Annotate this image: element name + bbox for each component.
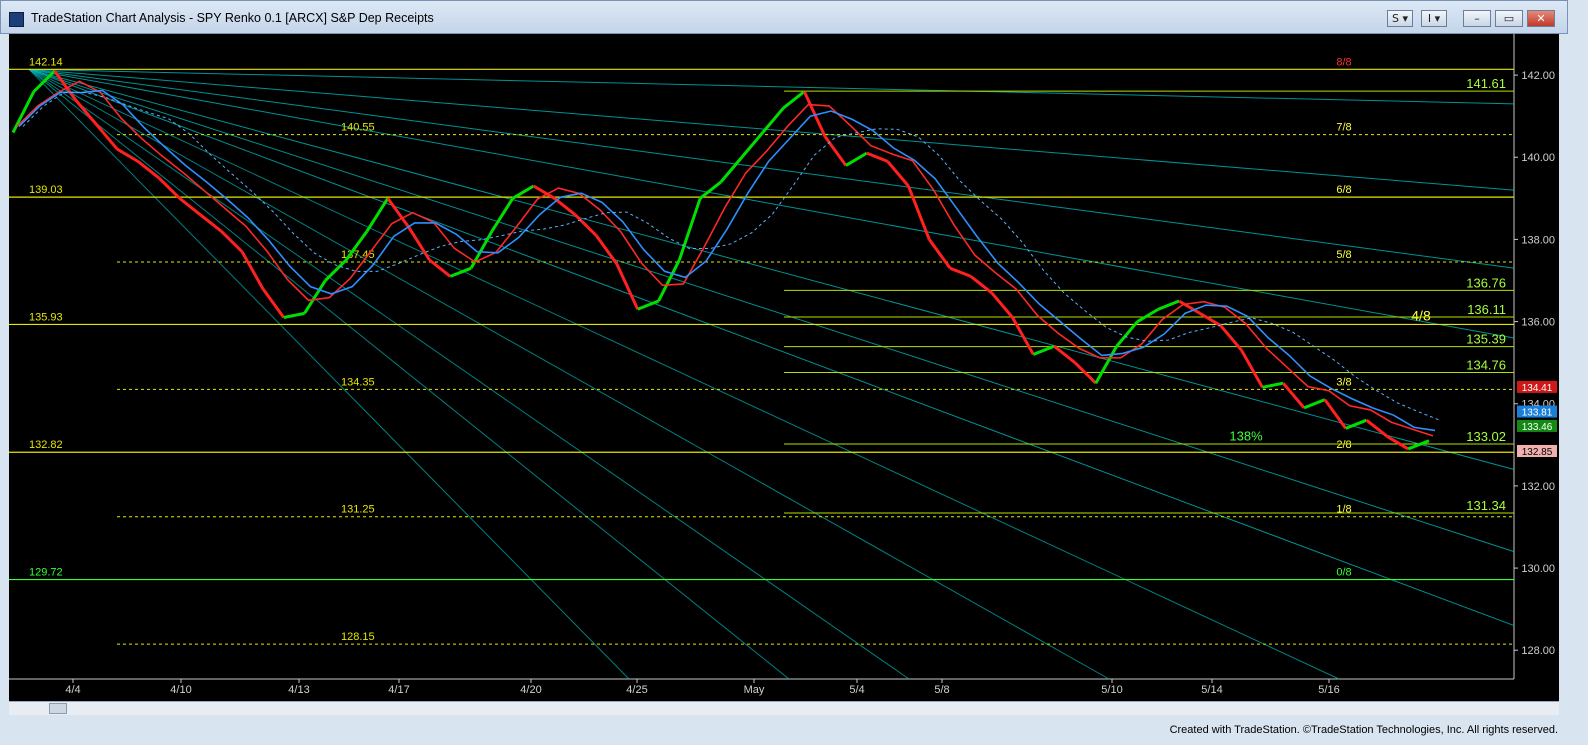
level-label: 135.93 xyxy=(29,311,63,323)
scroll-thumb[interactable] xyxy=(49,703,67,714)
level-label: 140.55 xyxy=(341,122,375,134)
x-tick-label: 5/8 xyxy=(934,684,949,696)
level-label: 132.82 xyxy=(29,439,63,451)
x-tick-label: 4/10 xyxy=(170,684,191,696)
level-label: 134.35 xyxy=(341,376,375,388)
price-tag-label: 133.81 xyxy=(1522,408,1553,419)
projection-label: 135.39 xyxy=(1466,332,1506,347)
x-tick-label: 5/16 xyxy=(1318,684,1339,696)
level-label: 129.72 xyxy=(29,567,63,579)
level-label: 131.25 xyxy=(341,504,375,516)
projection-label: 141.61 xyxy=(1466,76,1506,91)
symbol-link-label: S xyxy=(1391,12,1399,25)
window-titlebar: TradeStation Chart Analysis - SPY Renko … xyxy=(0,0,1568,34)
interval-button[interactable]: I ▾ xyxy=(1421,10,1447,27)
y-tick-label: 140.00 xyxy=(1521,152,1555,164)
projection-label: 136.76 xyxy=(1466,275,1506,290)
murrey-label: 2/8 xyxy=(1336,439,1351,451)
interval-label: I xyxy=(1427,12,1432,25)
window-title: TradeStation Chart Analysis - SPY Renko … xyxy=(31,11,434,25)
x-tick-label: 4/13 xyxy=(288,684,309,696)
x-tick-label: 5/14 xyxy=(1201,684,1222,696)
x-tick-label: 4/20 xyxy=(520,684,541,696)
symbol-link-button[interactable]: S ▾ xyxy=(1387,10,1413,27)
chart-area[interactable]: 142.14 8/8 140.55 7/8 139.03 6/8 137.45 5/8 135.… xyxy=(9,34,1559,701)
price-tag-label: 133.46 xyxy=(1522,422,1553,433)
projection-label: 136.11 xyxy=(1467,302,1506,317)
y-tick-label: 128.00 xyxy=(1521,645,1555,657)
murrey-label: 6/8 xyxy=(1336,184,1351,196)
level-label: 139.03 xyxy=(29,184,63,196)
x-tick-label: 4/17 xyxy=(388,684,409,696)
murrey-label: 3/8 xyxy=(1336,376,1351,388)
x-tick-label: 4/25 xyxy=(626,684,647,696)
y-tick-label: 136.00 xyxy=(1521,317,1555,329)
x-tick-label: 5/4 xyxy=(849,684,864,696)
murrey-label: 7/8 xyxy=(1336,122,1351,134)
murrey-label: 8/8 xyxy=(1336,56,1351,68)
y-tick-label: 142.00 xyxy=(1521,70,1555,82)
murrey-label: 0/8 xyxy=(1336,567,1351,579)
footer-credit: Created with TradeStation. ©TradeStation… xyxy=(1169,724,1558,736)
chart-background xyxy=(9,34,1559,701)
x-tick-label: 4/4 xyxy=(65,684,80,696)
projection-label: 134.76 xyxy=(1466,358,1506,373)
y-tick-label: 138.00 xyxy=(1521,234,1555,246)
projection-label: 133.02 xyxy=(1466,429,1506,444)
projection-label: 131.34 xyxy=(1466,498,1506,513)
close-button[interactable]: ✕ xyxy=(1527,10,1555,27)
level-label: 128.15 xyxy=(341,631,375,643)
murrey-label: 4/8 xyxy=(1411,307,1431,323)
horizontal-scrollbar[interactable] xyxy=(9,701,1559,715)
murrey-label: 5/8 xyxy=(1336,249,1351,261)
y-tick-label: 130.00 xyxy=(1521,563,1555,575)
x-tick-label: 5/10 xyxy=(1101,684,1122,696)
level-label: 142.14 xyxy=(29,56,63,68)
murrey-label: 1/8 xyxy=(1336,504,1351,516)
maximize-button[interactable]: ▭ xyxy=(1495,10,1523,27)
price-chart[interactable]: 142.14 8/8140.55 7/8139.03 6/8137.45 5/8135.… xyxy=(9,34,1559,701)
app-icon xyxy=(9,12,24,27)
y-tick-label: 132.00 xyxy=(1521,481,1555,493)
price-tag-label: 134.41 xyxy=(1522,383,1553,394)
x-tick-label: May xyxy=(744,684,765,696)
price-tag-label: 132.85 xyxy=(1522,447,1553,458)
annotation-label: 138% xyxy=(1229,429,1263,444)
minimize-button[interactable]: – xyxy=(1463,10,1491,27)
